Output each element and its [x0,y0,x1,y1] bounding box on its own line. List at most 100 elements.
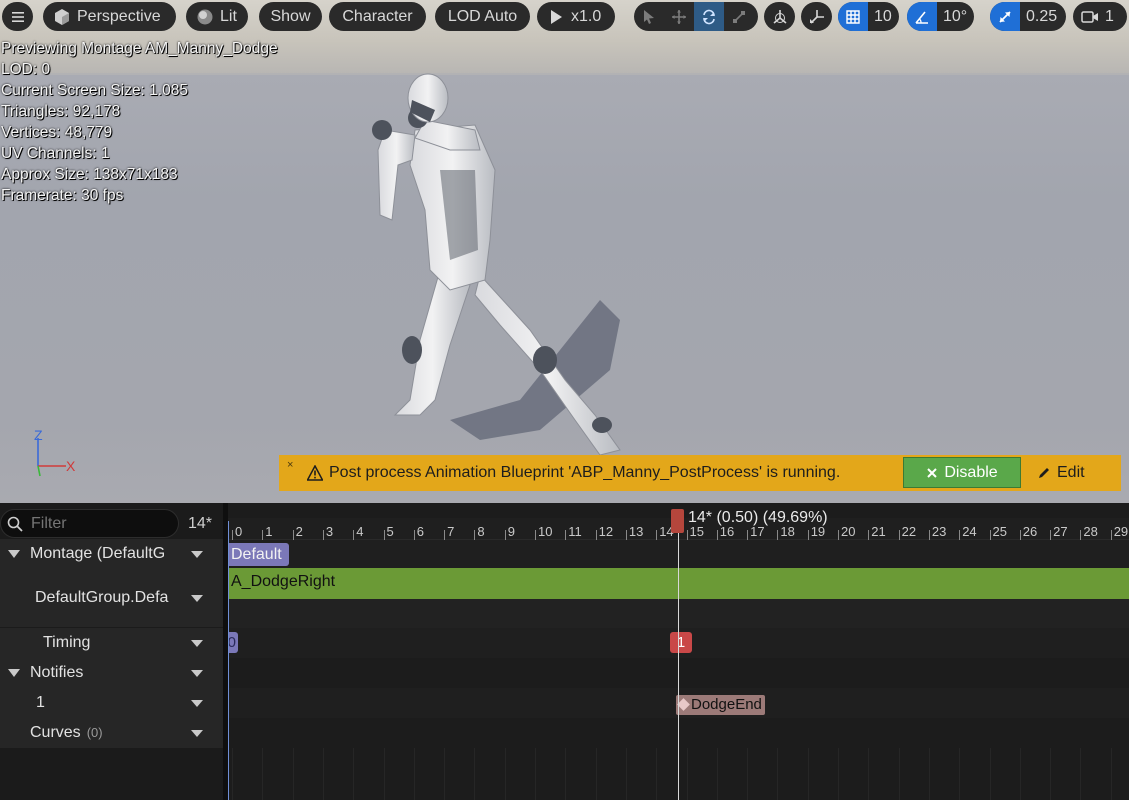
ruler-tick-label: 7 [447,524,455,539]
stat-framerate: Framerate: 30 fps [1,187,124,204]
dropdown-arrow-icon[interactable] [191,595,203,602]
ruler-tick-label: 12 [598,524,614,539]
stat-triangles: Triangles: 92,178 [1,103,121,120]
dropdown-arrow-icon[interactable] [191,730,203,737]
default-group-row[interactable]: DefaultGroup.Defa [0,569,223,627]
ruler-tick-mark [898,530,900,540]
play-speed-label: x1.0 [571,8,602,25]
ruler-tick-mark [322,530,324,540]
close-icon [927,467,938,478]
dodge-end-notify[interactable]: DodgeEnd [676,695,765,715]
montage-row-label: Montage (DefaultG [30,545,166,562]
dropdown-arrow-icon[interactable] [191,670,203,677]
disable-button[interactable]: Disable [903,457,1021,488]
rotate-mode-button[interactable] [694,2,724,31]
ruler-tick-mark [232,530,233,540]
surface-snap-toggle[interactable] [801,2,832,31]
dropdown-arrow-icon[interactable] [191,551,203,558]
camera-icon [1081,10,1098,23]
filter-box[interactable] [0,509,179,538]
search-icon [7,516,23,532]
viewport[interactable]: Perspective Lit Show Character LOD Auto … [0,0,1129,503]
viewport-stats: Previewing Montage AM_Manny_Dodge LOD: 0… [1,38,278,206]
timing-row[interactable]: Timing [0,628,223,658]
lod-button[interactable]: LOD Auto [435,2,530,31]
playhead-handle[interactable] [671,509,684,533]
world-local-toggle[interactable] [764,2,795,31]
select-mode-button[interactable] [634,2,664,31]
play-icon [551,9,562,24]
scale-snap-control[interactable]: 0.25 [990,2,1066,31]
notification-message: Post process Animation Blueprint 'ABP_Ma… [329,464,841,481]
rotation-snap-toggle[interactable] [907,2,937,31]
angle-icon [915,10,928,24]
post-process-notification: × Post process Animation Blueprint 'ABP_… [279,455,1121,491]
ruler-tick-mark [716,530,718,540]
perspective-label: Perspective [77,8,161,25]
menu-icon [11,11,24,22]
ruler-tick-mark [1110,530,1112,540]
ruler-tick-label: 26 [1022,524,1038,539]
dropdown-arrow-icon[interactable] [191,640,203,647]
rotation-snap-control[interactable]: 10° [907,2,974,31]
ruler-tick-mark [444,530,446,540]
dropdown-arrow-icon[interactable] [191,700,203,707]
transform-mode-group [634,2,758,31]
scale-mode-button[interactable] [724,2,754,31]
rotation-snap-value: 10° [943,8,968,25]
timing-label: Timing [43,634,91,651]
curves-row[interactable]: Curves (0) [0,718,223,748]
ruler-tick-label: 23 [931,524,947,539]
notification-close-button[interactable]: × [287,459,293,471]
scale-snap-toggle[interactable] [990,2,1020,31]
default-group-label: DefaultGroup.Defa [35,589,169,606]
ruler-tick-label: 21 [871,524,886,539]
section-default[interactable]: Default [228,543,289,566]
grid-snap-control[interactable]: 10 [838,2,899,31]
ruler-tick-mark [504,530,506,540]
ruler-tick-mark [353,530,355,540]
stat-uv-channels: UV Channels: 1 [1,145,110,162]
edit-button[interactable]: Edit [1037,457,1117,488]
expand-arrow-icon[interactable] [8,669,20,677]
hamburger-menu-button[interactable] [2,2,33,31]
camera-speed-button[interactable]: 1 [1073,2,1127,31]
timing-start-marker[interactable]: 0 [228,632,238,653]
filter-input[interactable] [31,514,171,533]
timeline[interactable]: 0 1 2 3 4 5 6 7 8 9 10 11 12 13 14 15 16 17 18 19 20 21 22 23 24… [228,503,1129,800]
stat-screen-size: Current Screen Size: 1.085 [1,82,188,99]
notify-label: DodgeEnd [691,696,762,713]
ruler-tick-label: 22 [901,524,917,539]
ruler-tick-mark [1080,530,1082,540]
translate-mode-button[interactable] [664,2,694,31]
show-button[interactable]: Show [259,2,322,31]
ruler-tick-mark [656,530,658,540]
character-button[interactable]: Character [329,2,426,31]
ruler-tick-mark [413,530,415,540]
start-marker [228,521,229,800]
ruler-tick-mark [625,530,627,540]
ruler-tick-mark [959,530,961,540]
cube-icon [55,8,69,25]
curves-label: Curves (0) [30,724,103,742]
ruler-tick-label: 2 [295,524,303,539]
notifies-label: Notifies [30,664,84,681]
timing-notify-marker[interactable]: 1 [670,632,692,653]
montage-row[interactable]: Montage (DefaultG [0,539,223,569]
perspective-button[interactable]: Perspective [43,2,176,31]
notifies-row[interactable]: Notifies [0,658,223,688]
play-speed-button[interactable]: x1.0 [537,2,615,31]
expand-arrow-icon[interactable] [8,550,20,558]
ruler-tick-mark [474,530,476,540]
warning-icon [307,465,323,481]
frame-count: 14* [188,515,213,532]
show-label: Show [270,8,311,25]
grid-snap-toggle[interactable] [838,2,868,31]
curves-label-text: Curves [30,724,81,741]
ruler-tick-label: 9 [507,524,515,539]
notify-track-row[interactable]: 1 [0,688,223,718]
lit-button[interactable]: Lit [186,2,248,31]
character-mesh[interactable] [300,70,680,460]
playhead-label: 14* (0.50) (49.69%) [688,509,828,526]
pencil-icon [1039,467,1049,478]
